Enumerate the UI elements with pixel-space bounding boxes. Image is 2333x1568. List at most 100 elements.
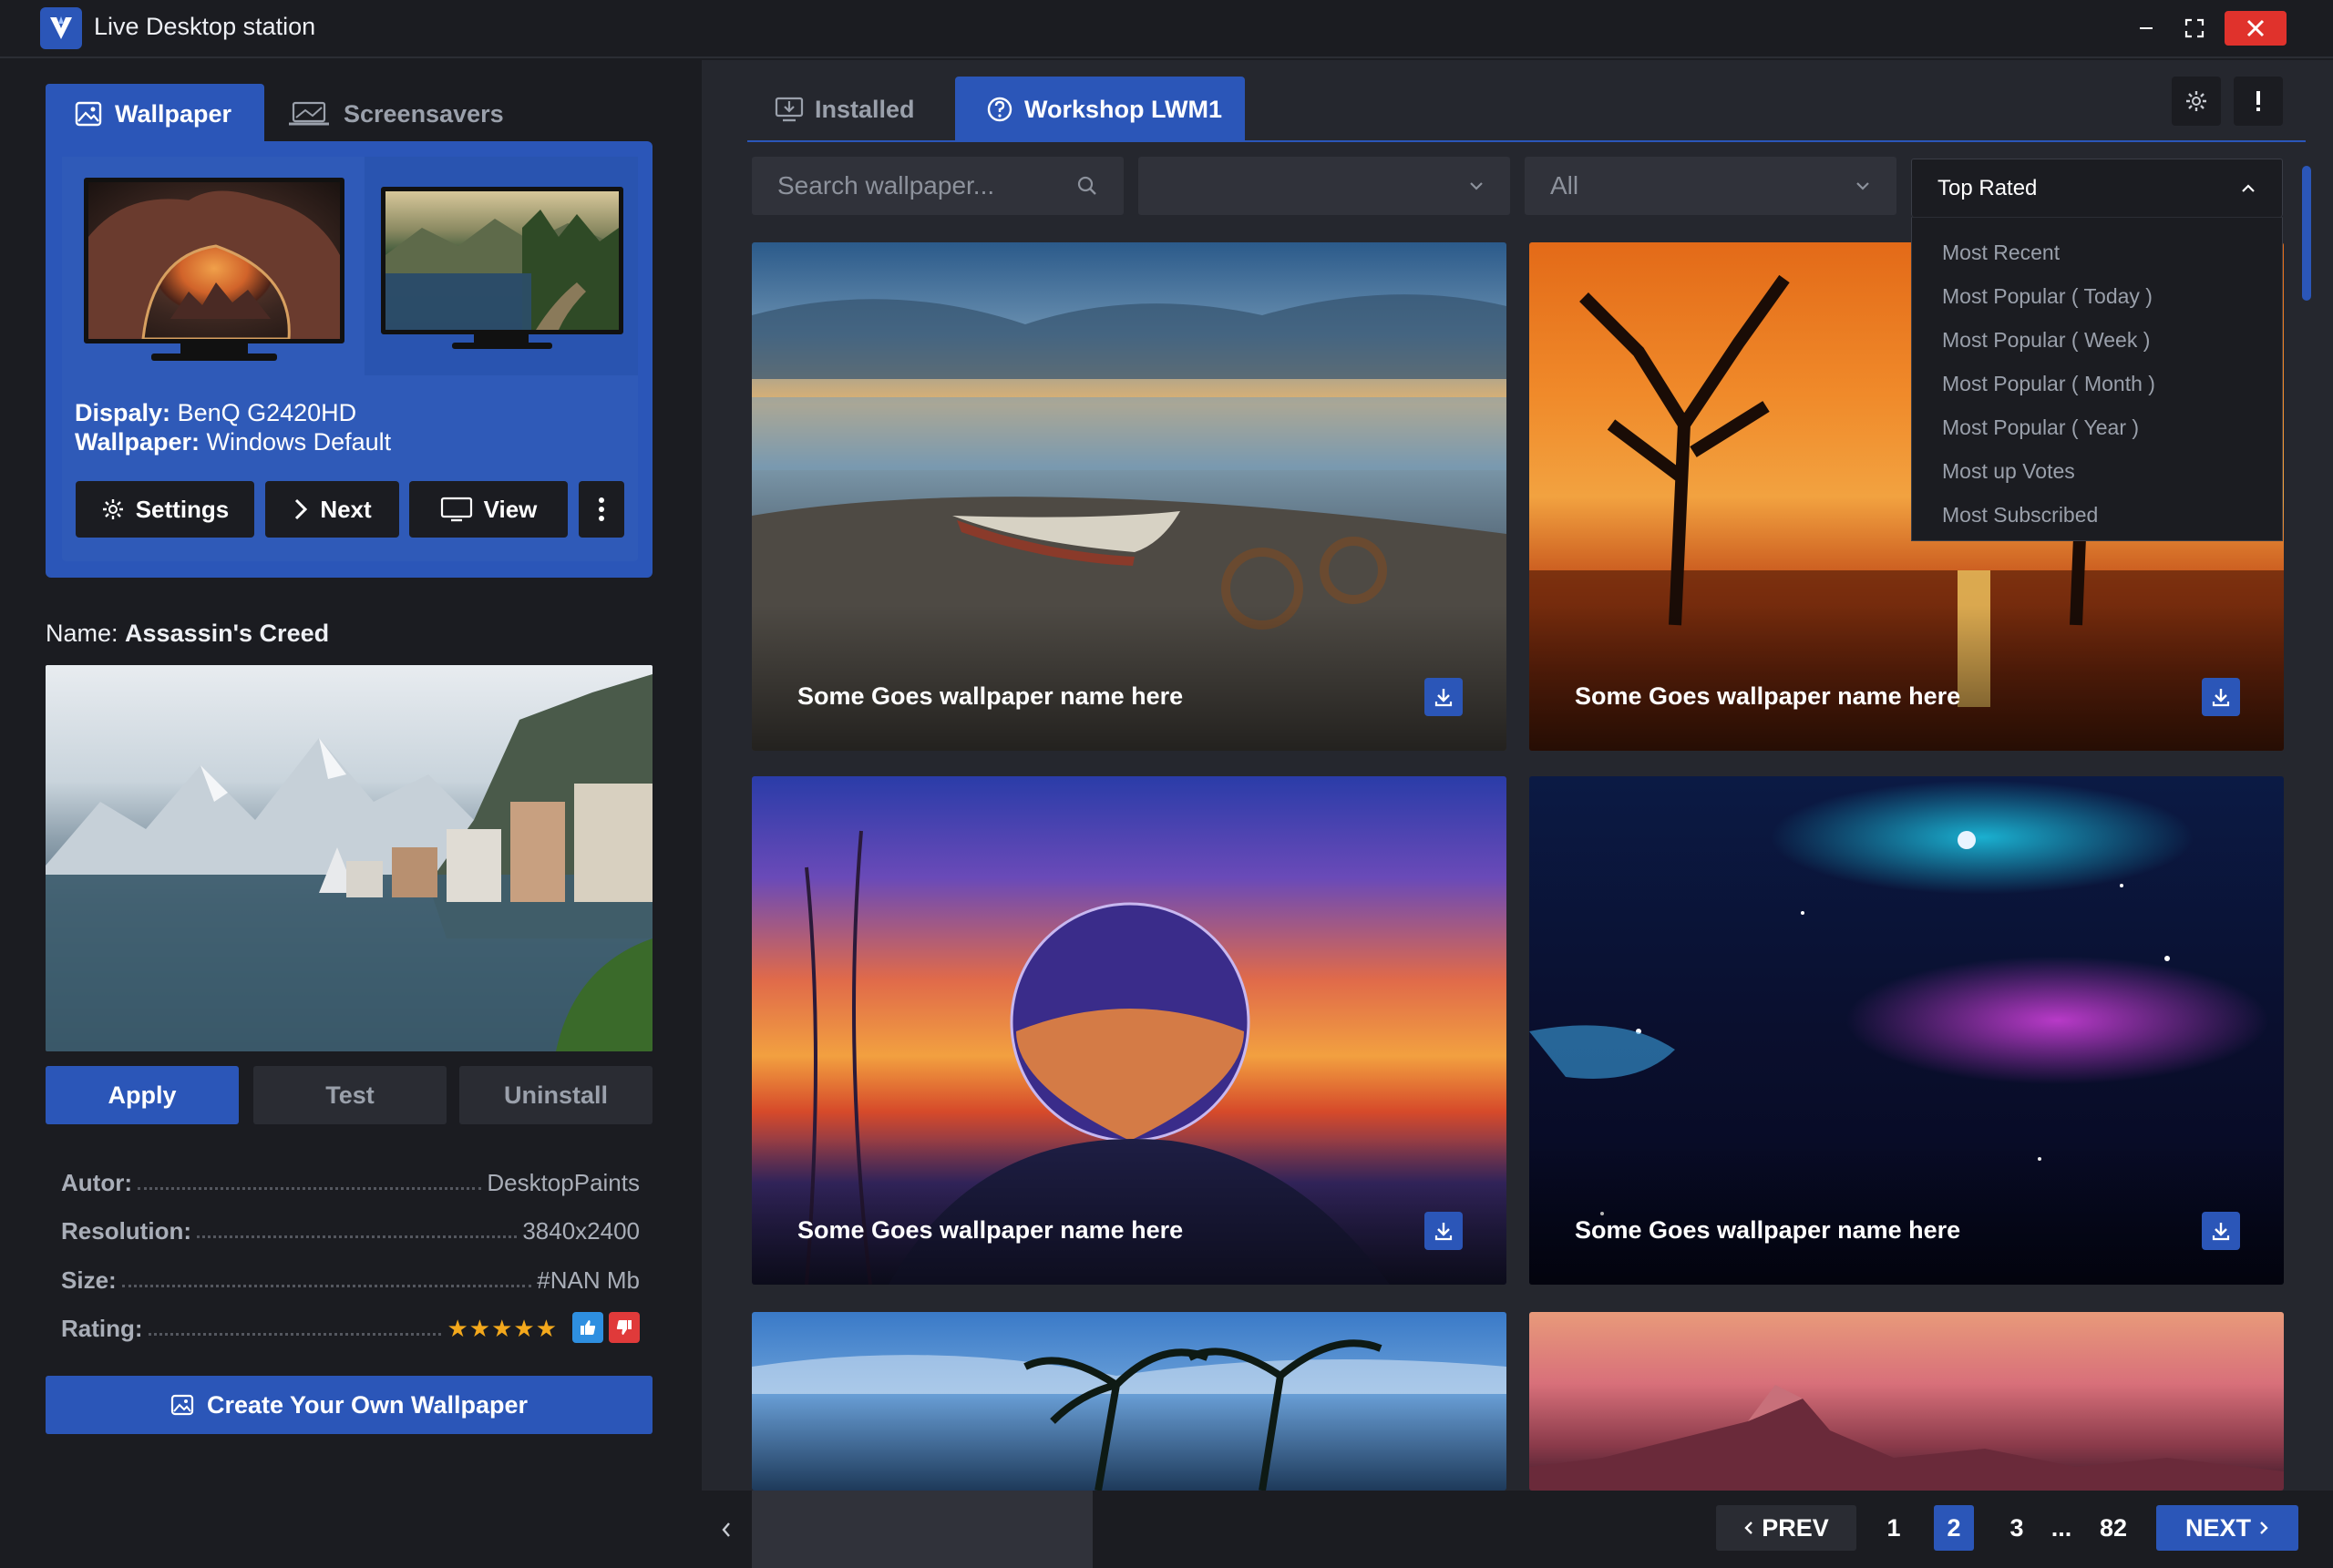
chevron-up-icon <box>2242 183 2255 192</box>
sort-option[interactable]: Most up Votes <box>1912 449 2282 493</box>
image-icon <box>75 101 102 127</box>
view-button-label: View <box>483 495 538 523</box>
download-button[interactable] <box>2202 678 2240 716</box>
type-select[interactable]: All <box>1525 157 1896 215</box>
settings-button[interactable]: Settings <box>76 481 254 538</box>
help-circle-icon <box>987 97 1012 122</box>
download-icon <box>2212 689 2230 707</box>
page-button[interactable]: 3 <box>1997 1505 2037 1551</box>
monitor-1-base <box>151 354 277 361</box>
sort-option[interactable]: Most Popular ( Year ) <box>1912 405 2282 449</box>
card-title: Some Goes wallpaper name here <box>797 682 1184 710</box>
chevron-left-icon <box>722 1522 730 1537</box>
page-button-current[interactable]: 2 <box>1934 1505 1974 1551</box>
prev-page-button[interactable]: PREV <box>1716 1505 1856 1551</box>
resolution-value: 3840x2400 <box>522 1217 640 1245</box>
more-options-button[interactable] <box>579 481 624 538</box>
uninstall-button[interactable]: Uninstall <box>459 1066 653 1124</box>
sort-option[interactable]: Most Popular ( Month ) <box>1912 362 2282 405</box>
minimize-button[interactable] <box>2129 11 2163 46</box>
meta-row-rating: Rating: ★★★★★ <box>61 1307 640 1343</box>
display-value: BenQ G2420HD <box>177 399 357 426</box>
name-label: Name: <box>46 620 118 647</box>
category-select[interactable] <box>1138 157 1510 215</box>
author-label: Autor: <box>61 1169 132 1196</box>
size-label: Size: <box>61 1266 117 1294</box>
view-button[interactable]: View <box>409 481 568 538</box>
exclamation-icon <box>2256 91 2260 111</box>
author-value: DesktopPaints <box>487 1169 640 1196</box>
tab-workshop-label: Workshop LWM1 <box>1024 95 1223 123</box>
search-icon <box>1077 176 1096 195</box>
next-wallpaper-button[interactable]: Next <box>265 481 399 538</box>
wallpaper-card[interactable]: Some Goes wallpaper name here <box>752 242 1506 751</box>
close-icon <box>2246 19 2265 37</box>
download-button[interactable] <box>2202 1212 2240 1250</box>
dotted-leader <box>137 1187 482 1190</box>
monitor-download-icon <box>775 97 804 122</box>
card-shade <box>1529 1139 2284 1285</box>
display-info-line: Dispaly: BenQ G2420HD <box>75 399 356 427</box>
wallpaper-value: Windows Default <box>206 428 392 456</box>
workshop-settings-button[interactable] <box>2172 77 2221 126</box>
mountain-sunset-image <box>1529 1385 2284 1491</box>
next-page-button[interactable]: NEXT <box>2156 1505 2298 1551</box>
download-button[interactable] <box>1424 1212 1463 1250</box>
apply-button[interactable]: Apply <box>46 1066 239 1124</box>
search-input[interactable]: Search wallpaper... <box>752 157 1124 215</box>
maximize-button[interactable] <box>2177 11 2212 46</box>
window-title: Live Desktop station <box>94 13 316 40</box>
download-icon <box>1434 689 1453 707</box>
next-label: NEXT <box>2184 1513 2251 1542</box>
monitor-2-preview[interactable] <box>381 187 623 334</box>
card-title: Some Goes wallpaper name here <box>797 1216 1184 1244</box>
page-button[interactable]: 1 <box>1874 1505 1914 1551</box>
download-icon <box>2212 1223 2230 1241</box>
thumbs-down-button[interactable] <box>609 1312 640 1343</box>
card-shade <box>752 1139 1506 1285</box>
laptop-icon <box>289 101 329 126</box>
page-ellipsis: ... <box>2050 1513 2072 1542</box>
tab-workshop[interactable]: Workshop LWM1 <box>955 77 1245 142</box>
cave-arch-image <box>88 190 340 339</box>
palm-trees-image <box>752 1339 1506 1491</box>
card-title: Some Goes wallpaper name here <box>1575 1216 1961 1244</box>
wallpaper-card[interactable]: Some Goes wallpaper name here <box>752 776 1506 1285</box>
sort-option[interactable]: Most Recent <box>1912 231 2282 274</box>
type-select-value: All <box>1550 171 1579 200</box>
prev-label: PREV <box>1762 1513 1829 1542</box>
wallpaper-card[interactable] <box>752 1312 1506 1491</box>
gear-icon <box>2186 91 2206 111</box>
sort-option[interactable]: Most Popular ( Week ) <box>1912 318 2282 362</box>
tab-installed-label: Installed <box>815 95 915 123</box>
alert-button[interactable] <box>2234 77 2283 126</box>
lake-forest-image <box>385 210 619 330</box>
more-vertical-icon <box>599 497 604 521</box>
collapse-button[interactable] <box>702 1491 751 1568</box>
create-wallpaper-button[interactable]: Create Your Own Wallpaper <box>46 1376 653 1434</box>
dotted-leader <box>148 1333 442 1336</box>
monitor-1-preview[interactable] <box>84 178 344 343</box>
tab-wallpaper-label: Wallpaper <box>115 99 232 128</box>
wallpaper-label: Wallpaper: <box>75 428 200 456</box>
wallpaper-card[interactable] <box>1529 1312 2284 1491</box>
tab-screensavers[interactable]: Screensavers <box>287 84 533 144</box>
thumbs-up-button[interactable] <box>572 1312 603 1343</box>
sort-option[interactable]: Most Popular ( Today ) <box>1912 274 2282 318</box>
close-button[interactable] <box>2225 11 2287 46</box>
alpine-lake-village-image <box>46 674 653 1051</box>
wallpaper-name-line: Name: Assassin's Creed <box>46 620 329 648</box>
chevron-right-icon <box>295 498 308 520</box>
wallpaper-card[interactable]: Some Goes wallpaper name here <box>1529 776 2284 1285</box>
image-icon <box>170 1394 194 1416</box>
tab-installed[interactable]: Installed <box>775 77 939 142</box>
tab-wallpaper[interactable]: Wallpaper <box>46 84 264 144</box>
sort-select[interactable]: Top Rated <box>1911 159 2283 217</box>
sort-option[interactable]: Most Subscribed <box>1912 493 2282 537</box>
scrollbar-thumb[interactable] <box>2302 166 2311 301</box>
download-button[interactable] <box>1424 678 1463 716</box>
page-button-last[interactable]: 82 <box>2089 1505 2138 1551</box>
test-button[interactable]: Test <box>253 1066 447 1124</box>
scrollbar[interactable] <box>2300 164 2313 1494</box>
rating-label: Rating: <box>61 1315 143 1342</box>
